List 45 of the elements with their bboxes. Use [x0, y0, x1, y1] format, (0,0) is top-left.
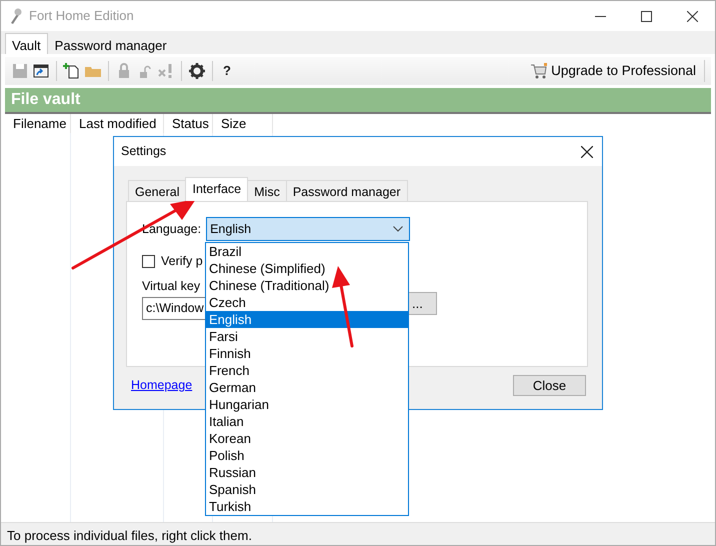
window-icon[interactable]	[32, 62, 50, 80]
close-icon[interactable]	[686, 10, 698, 22]
column-header[interactable]: Size	[213, 114, 273, 133]
window-title: Fort Home Edition	[29, 7, 135, 26]
homepage-link[interactable]: Homepage	[131, 376, 192, 395]
dropdown-option[interactable]: English	[206, 311, 408, 328]
dropdown-option[interactable]: Brazil	[206, 243, 408, 260]
checkbox-label: Verify p	[161, 253, 203, 270]
tab[interactable]: Interface	[185, 177, 248, 201]
column-header[interactable]: Last modified	[71, 114, 164, 133]
app-icon	[9, 8, 23, 24]
panel-title: File vault	[5, 88, 711, 114]
checkbox[interactable]	[142, 254, 155, 268]
dropdown-option[interactable]: Polish	[206, 447, 408, 464]
help-button[interactable]: ?	[219, 61, 235, 81]
dropdown-option[interactable]: Chinese (Simplified)	[206, 260, 408, 277]
dropdown-option[interactable]: Spanish	[206, 481, 408, 498]
close-dialog-button[interactable]: Close	[513, 375, 586, 396]
dropdown-option[interactable]: Italian	[206, 413, 408, 430]
cart-icon	[530, 63, 548, 79]
dropdown-option[interactable]: Hungarian	[206, 396, 408, 413]
dropdown-option[interactable]: Russian	[206, 464, 408, 481]
settings-icon[interactable]	[188, 62, 206, 80]
dropdown-option[interactable]: Farsi	[206, 328, 408, 345]
field-label: Virtual key	[142, 278, 200, 295]
tab[interactable]: Password manager	[286, 180, 408, 201]
dropdown-option[interactable]: French	[206, 362, 408, 379]
language-label: Language:	[142, 220, 202, 238]
dialog-title: Settings	[121, 143, 166, 160]
dropdown-option[interactable]: German	[206, 379, 408, 396]
maximize-icon[interactable]	[640, 10, 652, 22]
dropdown-option[interactable]: Turkish	[206, 498, 408, 515]
dropdown-option[interactable]: Finnish	[206, 345, 408, 362]
dropdown-option[interactable]: Korean	[206, 430, 408, 447]
tab[interactable]: General	[128, 180, 186, 201]
status-bar: To process individual files, right click them.	[1, 522, 715, 545]
language-dropdown[interactable]: English	[206, 217, 410, 241]
dropdown-option[interactable]: Chinese (Traditional)	[206, 277, 408, 294]
chevron-icon	[393, 226, 404, 232]
column-header[interactable]: Status	[164, 114, 213, 133]
new-file-icon[interactable]	[63, 62, 81, 80]
menu-item[interactable]: Vault	[5, 33, 48, 54]
menu-item[interactable]: Password manager	[48, 33, 174, 54]
column-header[interactable]: Filename	[5, 114, 71, 133]
upgrade-button[interactable]: Upgrade to Professional	[526, 60, 705, 82]
